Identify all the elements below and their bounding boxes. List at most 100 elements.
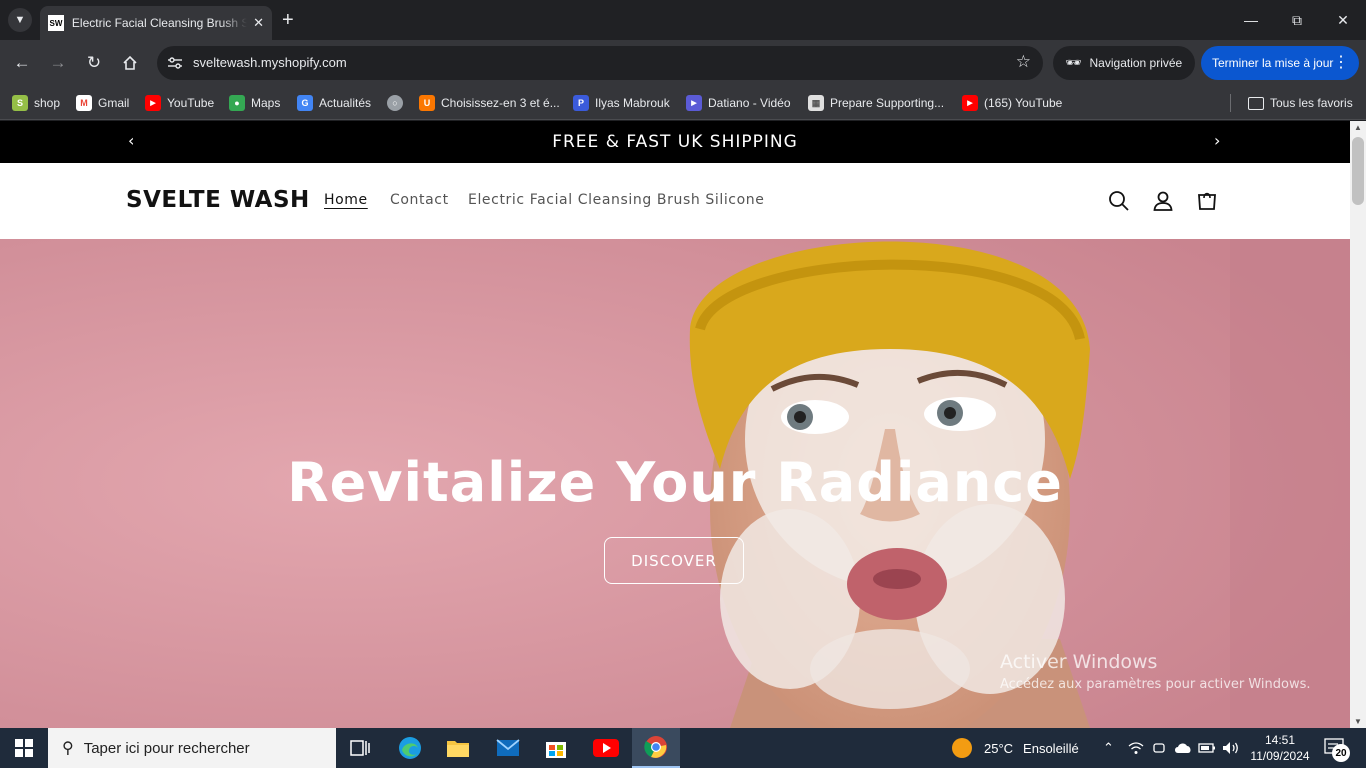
back-arrow-icon[interactable]: ← — [10, 51, 34, 75]
forward-arrow-icon[interactable]: → — [46, 51, 70, 75]
bookmark-label: Gmail — [98, 96, 130, 110]
bookmark-label: Prepare Supporting... — [830, 96, 945, 110]
home-icon[interactable] — [118, 51, 142, 75]
gmail-icon: M — [76, 95, 92, 111]
mail-icon[interactable] — [484, 728, 532, 768]
bookmark-temu[interactable]: U Choisissez-en 3 et é... — [419, 92, 560, 114]
url-text[interactable]: sveltewash.myshopify.com — [193, 55, 347, 70]
weather-condition: Ensoleillé — [1023, 740, 1079, 756]
incognito-label: Navigation privée — [1089, 56, 1183, 70]
task-view-icon[interactable] — [336, 728, 384, 768]
google-news-icon: G — [297, 95, 313, 111]
onedrive-cloud-icon[interactable] — [1174, 728, 1192, 768]
video-icon: ▶ — [686, 95, 702, 111]
bookmark-label: YouTube — [167, 96, 215, 110]
update-label: Terminer la mise à jour — [1212, 56, 1334, 70]
scrollbar-thumb[interactable] — [1352, 137, 1364, 205]
windows-start-icon[interactable] — [0, 728, 48, 768]
weather-temp: 25°C — [984, 740, 1014, 756]
search-icon: ⚲ — [62, 740, 74, 757]
meet-now-icon[interactable] — [1152, 728, 1166, 768]
bookmark-globe[interactable]: ○ — [387, 92, 409, 114]
announcement-next-chevron-icon[interactable]: › — [1214, 131, 1221, 150]
bookmark-actualites[interactable]: G Actualités — [297, 92, 371, 114]
bookmark-star-icon[interactable]: ☆ — [1016, 52, 1031, 72]
youtube-icon: ▶ — [962, 95, 978, 111]
bookmark-label: Maps — [251, 96, 281, 110]
tab-close-icon[interactable]: ✕ — [253, 15, 264, 31]
browser-tab-strip: ▼ SW Electric Facial Cleansing Brush Sil… — [0, 0, 1366, 40]
search-icon[interactable] — [1107, 189, 1131, 213]
announcement-bar: ‹ FREE & FAST UK SHIPPING › — [0, 121, 1350, 163]
bookmark-prepare[interactable]: ▦ Prepare Supporting... — [808, 92, 944, 114]
page-scrollbar[interactable]: ▲ ▼ — [1350, 121, 1366, 728]
battery-power-icon[interactable] — [1198, 728, 1216, 768]
show-hidden-icons-chevron-icon[interactable]: ⌃ — [1103, 728, 1114, 768]
window-close-icon[interactable]: ✕ — [1320, 0, 1366, 40]
window-minimize-icon[interactable]: — — [1228, 0, 1274, 40]
shopify-icon: S — [12, 95, 28, 111]
page-viewport: ‹ FREE & FAST UK SHIPPING › SVELTE WASH … — [0, 121, 1350, 728]
screen: ▼ SW Electric Facial Cleansing Brush Sil… — [0, 0, 1366, 768]
youtube-app-icon[interactable] — [582, 728, 630, 768]
weather-widget[interactable]: 25°C Ensoleillé — [952, 728, 1079, 768]
account-icon[interactable] — [1151, 189, 1175, 213]
activation-subtitle: Accédez aux paramètres pour activer Wind… — [1000, 677, 1311, 692]
store-logo[interactable]: SVELTE WASH — [126, 187, 310, 213]
notification-center-icon[interactable]: 20 — [1324, 738, 1350, 762]
edge-browser-icon[interactable] — [386, 728, 434, 768]
bookmark-label: Ilyas Mabrouk — [595, 96, 670, 110]
tab-title: Electric Facial Cleansing Brush Silicone… — [71, 16, 248, 30]
tab-favicon: SW — [48, 15, 64, 31]
announcement-prev-chevron-icon[interactable]: ‹ — [128, 131, 135, 150]
notification-count-badge: 20 — [1332, 744, 1350, 762]
nav-contact[interactable]: Contact — [390, 192, 449, 208]
maps-icon: ● — [229, 95, 245, 111]
bookmark-youtube[interactable]: ▶ YouTube — [145, 92, 214, 114]
folder-icon — [1248, 96, 1264, 110]
volume-speaker-icon[interactable] — [1222, 728, 1240, 768]
scroll-down-arrow-icon[interactable]: ▼ — [1354, 717, 1362, 726]
scroll-up-arrow-icon[interactable]: ▲ — [1354, 123, 1362, 132]
cart-icon[interactable] — [1195, 189, 1219, 213]
bookmark-youtube-165[interactable]: ▶ (165) YouTube — [962, 92, 1062, 114]
menu-kebab-icon[interactable]: ⋮ — [1333, 52, 1349, 72]
taskbar-search-placeholder: Taper ici pour rechercher — [83, 739, 250, 757]
globe-icon: ○ — [387, 95, 403, 111]
bookmark-maps[interactable]: ● Maps — [229, 92, 280, 114]
file-explorer-icon[interactable] — [434, 728, 482, 768]
hero-title: Revitalize Your Radiance — [287, 451, 1063, 514]
bookmarks-bar: S shop M Gmail ▶ YouTube ● Maps G Actual… — [0, 86, 1366, 120]
browser-tab-active[interactable]: SW Electric Facial Cleansing Brush Silic… — [40, 6, 272, 40]
browser-toolbar: ← → ↻ sveltewash.myshopify.com ☆ 🕶 Navig… — [0, 40, 1366, 86]
bookmark-gmail[interactable]: M Gmail — [76, 92, 129, 114]
chrome-browser-icon[interactable] — [632, 728, 680, 768]
network-wifi-icon[interactable] — [1128, 728, 1144, 768]
address-bar[interactable]: sveltewash.myshopify.com ☆ — [157, 46, 1043, 80]
nav-home[interactable]: Home — [324, 192, 368, 208]
finish-update-button[interactable]: Terminer la mise à jour ⋮ — [1201, 46, 1359, 80]
bookmark-datiano[interactable]: ▶ Datiano - Vidéo — [686, 92, 791, 114]
bookmark-label: (165) YouTube — [984, 96, 1063, 110]
system-clock[interactable]: 14:51 11/09/2024 — [1248, 732, 1312, 764]
discover-button[interactable]: DISCOVER — [604, 537, 744, 584]
site-info-tune-icon[interactable] — [165, 53, 185, 73]
bookmark-shop[interactable]: S shop — [12, 92, 60, 114]
clock-date: 11/09/2024 — [1250, 749, 1310, 763]
bookmark-ilyas[interactable]: P Ilyas Mabrouk — [573, 92, 670, 114]
nav-product[interactable]: Electric Facial Cleansing Brush Silicone — [468, 192, 764, 208]
document-icon: ▦ — [808, 95, 824, 111]
reload-icon[interactable]: ↻ — [82, 51, 106, 75]
windows-activation-watermark: Activer Windows Accédez aux paramètres p… — [1000, 651, 1311, 692]
tab-search-chevron-icon[interactable]: ▼ — [8, 8, 32, 32]
taskbar-search-input[interactable]: ⚲ Taper ici pour rechercher — [48, 728, 336, 768]
window-restore-icon[interactable]: ⧉ — [1274, 0, 1320, 40]
incognito-indicator[interactable]: 🕶 Navigation privée — [1053, 46, 1195, 80]
microsoft-store-icon[interactable] — [532, 728, 580, 768]
sunny-weather-icon — [952, 738, 972, 758]
bookmark-label: shop — [34, 96, 61, 110]
store-header: SVELTE WASH Home Contact Electric Facial… — [0, 163, 1350, 239]
all-bookmarks-folder[interactable]: Tous les favoris — [1248, 92, 1353, 114]
new-tab-plus-icon[interactable]: + — [282, 8, 294, 32]
clock-time: 14:51 — [1264, 733, 1296, 747]
